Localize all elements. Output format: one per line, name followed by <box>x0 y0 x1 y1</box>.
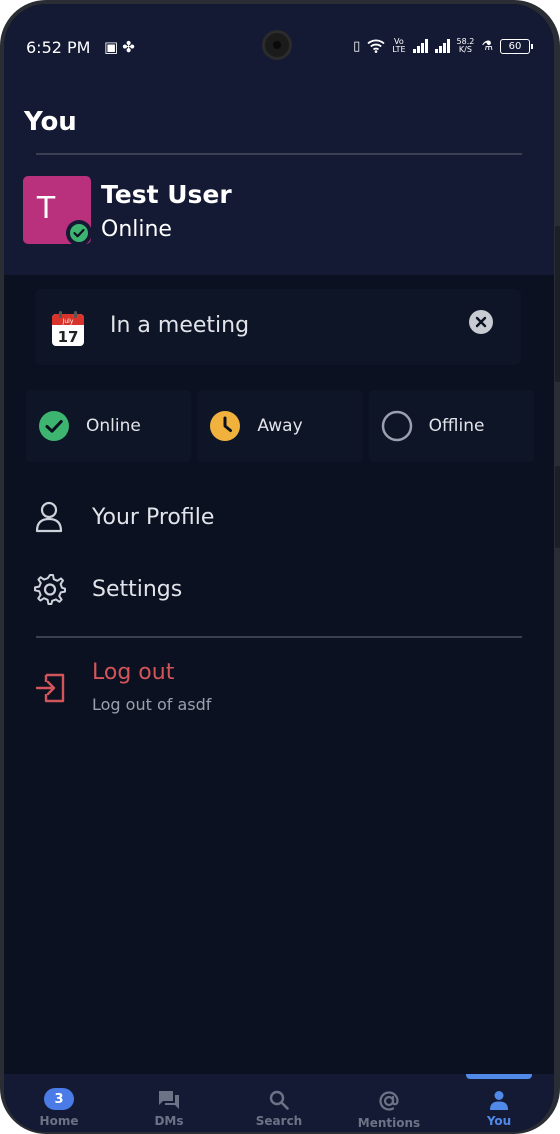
nav-you-label: You <box>486 1114 512 1128</box>
your-profile-item[interactable]: Your Profile <box>4 487 554 547</box>
settings-item[interactable]: Settings <box>4 559 554 619</box>
nav-mentions-label: Mentions <box>357 1116 421 1130</box>
home-badge: 3 <box>44 1088 74 1110</box>
calendar-month: July <box>62 318 74 325</box>
page-title: You <box>24 107 77 137</box>
nav-you[interactable]: You <box>444 1074 554 1132</box>
user-icon <box>35 501 63 533</box>
presence-away-label: Away <box>257 416 303 436</box>
check-circle-icon <box>39 411 69 441</box>
wifi-icon <box>367 39 385 53</box>
presence-online-button[interactable]: Online <box>26 390 192 462</box>
presence-offline-button[interactable]: Offline <box>368 390 534 462</box>
at-sign-icon <box>379 1091 399 1111</box>
custom-status-text: In a meeting <box>110 313 250 338</box>
status-icons: ▯ Vo LTE 58.2 K/S ⚗ 60 <box>353 37 533 54</box>
status-bar: 6:52 PM ▣✤ ▯ Vo LTE 58.2 K/S ⚗ 60 <box>4 4 554 90</box>
front-camera <box>262 30 292 60</box>
flask-icon: ⚗ <box>481 38 493 54</box>
clock-icon <box>210 411 241 441</box>
calendar-day: 17 <box>58 328 79 346</box>
vibrate-icon: ▯ <box>353 38 361 54</box>
search-icon <box>269 1090 289 1110</box>
volte-icon: Vo LTE <box>392 37 406 54</box>
custom-status-card[interactable]: July 17 In a meeting <box>35 289 521 365</box>
nav-home-label: Home <box>39 1114 79 1128</box>
nav-search[interactable]: Search <box>224 1074 334 1132</box>
volume-button <box>555 226 560 382</box>
notification-icons: ▣✤ <box>104 38 139 56</box>
logout-icon <box>35 673 65 703</box>
presence-offline-label: Offline <box>428 416 485 436</box>
status-time: 6:52 PM <box>26 38 91 57</box>
presence-online-label: Online <box>86 416 141 436</box>
signal-1-icon <box>412 39 428 53</box>
user-name: Test User <box>101 180 232 209</box>
signal-2-icon <box>434 39 450 53</box>
active-tab-indicator <box>466 1074 532 1079</box>
nav-dms[interactable]: DMs <box>114 1074 224 1132</box>
nav-dms-label: DMs <box>154 1114 184 1128</box>
net-speed: 58.2 K/S <box>456 37 475 54</box>
nav-search-label: Search <box>255 1114 303 1128</box>
header-divider <box>36 153 522 155</box>
check-circle-icon <box>70 224 88 242</box>
logout-subtitle: Log out of asdf <box>92 695 212 714</box>
presence-away-button[interactable]: Away <box>197 390 363 462</box>
phone-frame: 6:52 PM ▣✤ ▯ Vo LTE 58.2 K/S ⚗ 60 You T … <box>0 0 560 1134</box>
gear-icon <box>34 574 66 605</box>
calendar-icon: July 17 <box>52 311 84 346</box>
your-profile-label: Your Profile <box>92 504 215 530</box>
screen: 6:52 PM ▣✤ ▯ Vo LTE 58.2 K/S ⚗ 60 You T … <box>4 4 554 1132</box>
menu-divider <box>36 636 522 638</box>
battery-icon: 60 <box>500 38 533 54</box>
profile-header: You T Test User Online <box>4 90 554 275</box>
presence-options: Online Away Offline <box>26 390 534 462</box>
empty-circle-icon <box>381 410 412 442</box>
user-status: Online <box>101 217 172 242</box>
settings-label: Settings <box>92 576 183 602</box>
close-icon <box>475 316 487 328</box>
logout-label: Log out <box>92 660 175 685</box>
app-notification-icon: ▣ <box>104 38 123 56</box>
nav-home[interactable]: 3 Home <box>4 1074 114 1132</box>
person-icon <box>490 1091 508 1110</box>
clear-status-button[interactable] <box>469 310 493 334</box>
pinwheel-icon: ✤ <box>122 38 139 56</box>
bottom-nav: 3 Home DMs Search Mentions You <box>4 1074 554 1132</box>
power-button <box>555 466 560 548</box>
nav-mentions[interactable]: Mentions <box>334 1074 444 1132</box>
avatar-online-badge <box>66 220 92 246</box>
chat-icon <box>159 1091 179 1109</box>
